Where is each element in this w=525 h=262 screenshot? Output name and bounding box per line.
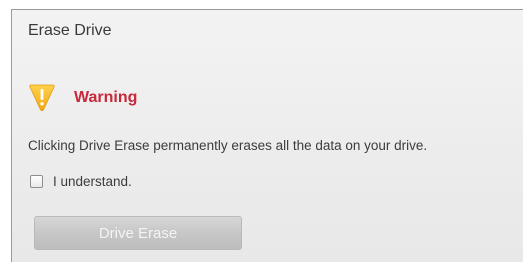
understand-checkbox-label[interactable]: I understand. xyxy=(53,174,132,189)
understand-checkbox[interactable] xyxy=(30,175,43,188)
warning-label: Warning xyxy=(74,89,138,106)
drive-erase-button[interactable]: Drive Erase xyxy=(34,216,242,250)
understand-checkbox-row[interactable]: I understand. xyxy=(30,174,132,189)
warning-icon xyxy=(29,84,55,112)
panel-title: Erase Drive xyxy=(28,22,112,39)
erase-warning-message: Clicking Drive Erase permanently erases … xyxy=(28,138,428,153)
erase-drive-panel: Erase Drive Warning Clicking Drive Erase… xyxy=(11,9,523,262)
warning-header: Warning xyxy=(28,83,137,113)
